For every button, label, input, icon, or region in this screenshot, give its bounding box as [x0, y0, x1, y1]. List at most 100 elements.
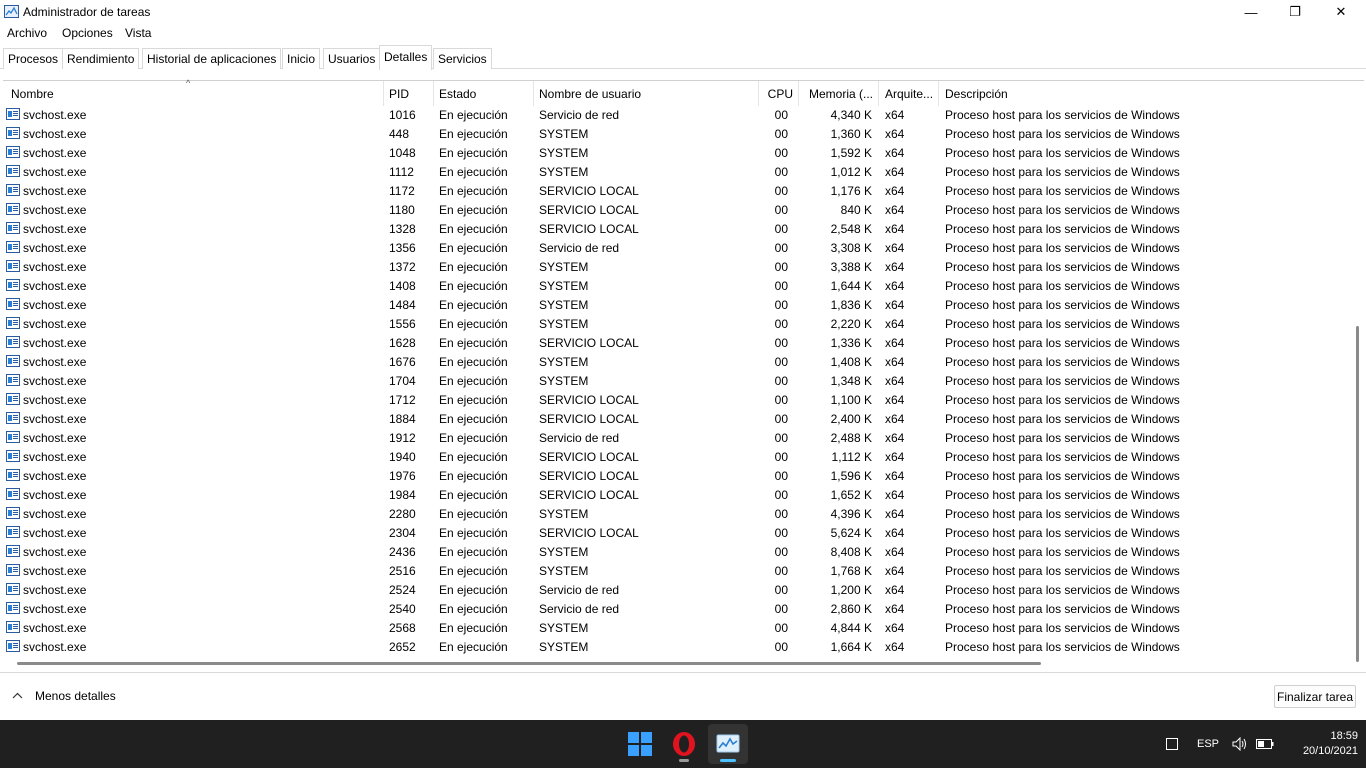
table-row[interactable]: svchost.exe 2516 En ejecución SYSTEM 00 1,768… [3, 561, 1353, 580]
menu-vista[interactable]: Vista [125, 26, 151, 40]
cell-estado: En ejecución [439, 260, 508, 274]
tab-procesos[interactable]: Procesos [3, 48, 64, 69]
cell-pid: 1328 [389, 222, 416, 236]
tab-servicios[interactable]: Servicios [433, 48, 492, 69]
tab-detalles[interactable]: Detalles [379, 45, 433, 70]
table-row[interactable]: svchost.exe 2568 En ejecución SYSTEM 00 4,844… [3, 618, 1353, 637]
table-row[interactable]: svchost.exe 1180 En ejecución SERVICIO LOCA… [3, 200, 1353, 219]
fewer-details-button[interactable]: Menos detalles [12, 689, 116, 703]
table-row[interactable]: svchost.exe 1628 En ejecución SERVICIO LOCA… [3, 333, 1353, 352]
maximize-button[interactable]: ❐ [1272, 0, 1318, 24]
language-indicator[interactable]: ESP [1197, 720, 1219, 768]
cell-nombre: svchost.exe [23, 450, 87, 464]
table-row[interactable]: svchost.exe 1328 En ejecución SERVICIO LOCA… [3, 219, 1353, 238]
cell-descripcion: Proceso host para los servicios de Windo… [945, 564, 1180, 578]
cell-arquitectura: x64 [885, 602, 905, 616]
cell-nombre: svchost.exe [23, 222, 87, 236]
cell-nombre: svchost.exe [23, 602, 87, 616]
windows-start-button[interactable] [620, 724, 660, 764]
column-header-nombre-usuario[interactable]: Nombre de usuario [534, 81, 759, 106]
column-header-descripcion[interactable]: Descripción [939, 81, 1353, 106]
volume-icon[interactable] [1232, 720, 1248, 768]
table-row[interactable]: svchost.exe 1112 En ejecución SYSTEM 00 1,012… [3, 162, 1353, 181]
cell-pid: 1180 [389, 203, 415, 217]
table-row[interactable]: svchost.exe 2304 En ejecución SERVICIO LOCA… [3, 523, 1353, 542]
cell-nombre: svchost.exe [23, 412, 87, 426]
table-row[interactable]: svchost.exe 1884 En ejecución SERVICIO LOCA… [3, 409, 1353, 428]
cell-usuario: SYSTEM [539, 564, 589, 578]
cell-arquitectura: x64 [885, 393, 905, 407]
cell-usuario: Servicio de red [539, 431, 620, 445]
table-row[interactable]: svchost.exe 1712 En ejecución SERVICIO LOCA… [3, 390, 1353, 409]
opera-browser-button[interactable] [664, 724, 704, 764]
cell-pid: 2304 [389, 526, 416, 540]
cell-cpu: 00 [774, 374, 788, 388]
table-row[interactable]: svchost.exe 1976 En ejecución SERVICIO LOCA… [3, 466, 1353, 485]
table-row[interactable]: svchost.exe 1676 En ejecución SYSTEM 00 1,408… [3, 352, 1353, 371]
table-row[interactable]: svchost.exe 1048 En ejecución SYSTEM 00 1,592… [3, 143, 1353, 162]
cell-usuario: SYSTEM [539, 317, 589, 331]
cell-pid: 2516 [389, 564, 416, 578]
column-header-estado[interactable]: Estado [434, 81, 534, 106]
cell-estado: En ejecución [439, 640, 508, 654]
cell-estado: En ejecución [439, 507, 508, 521]
process-icon [6, 374, 20, 386]
tab-usuarios[interactable]: Usuarios [323, 48, 381, 69]
column-header-pid[interactable]: PID [384, 81, 434, 106]
table-row[interactable]: svchost.exe 1484 En ejecución SYSTEM 00 1,836… [3, 295, 1353, 314]
tab-rendimiento[interactable]: Rendimiento [62, 48, 140, 69]
table-row[interactable]: svchost.exe 1912 En ejecución Servicio de r… [3, 428, 1353, 447]
cell-estado: En ejecución [439, 336, 508, 350]
horizontal-scrollbar[interactable] [17, 662, 1041, 665]
column-header-memoria[interactable]: Memoria (... [799, 81, 879, 106]
tab-inicio[interactable]: Inicio [282, 48, 321, 69]
column-header-cpu[interactable]: CPU [759, 81, 799, 106]
table-row[interactable]: svchost.exe 1984 En ejecución SERVICIO LOCA… [3, 485, 1353, 504]
notification-icon[interactable] [1166, 720, 1178, 768]
cell-cpu: 00 [774, 355, 788, 369]
table-row[interactable]: svchost.exe 448 En ejecución SYSTEM 00 1,360 … [3, 124, 1353, 143]
cell-pid: 1976 [389, 469, 416, 483]
table-row[interactable]: svchost.exe 1172 En ejecución SERVICIO LOCA… [3, 181, 1353, 200]
cell-arquitectura: x64 [885, 317, 905, 331]
table-row[interactable]: svchost.exe 2280 En ejecución SYSTEM 00 4,396… [3, 504, 1353, 523]
cell-pid: 1912 [389, 431, 416, 445]
column-header-nombre[interactable]: Nombre [3, 81, 384, 106]
task-manager-taskbar-button[interactable] [708, 724, 748, 764]
menu-opciones[interactable]: Opciones [62, 26, 113, 40]
table-row[interactable]: svchost.exe 2652 En ejecución SYSTEM 00 1,664… [3, 637, 1353, 656]
table-row[interactable]: svchost.exe 2524 En ejecución Servicio de r… [3, 580, 1353, 599]
end-task-button[interactable]: Finalizar tarea [1274, 685, 1356, 708]
close-button[interactable]: ✕ [1318, 0, 1364, 24]
cell-cpu: 00 [774, 336, 788, 350]
vertical-scrollbar[interactable] [1356, 326, 1359, 662]
battery-icon[interactable] [1256, 720, 1274, 768]
cell-memoria: 2,860 K [830, 602, 872, 616]
cell-arquitectura: x64 [885, 260, 905, 274]
cell-arquitectura: x64 [885, 526, 905, 540]
table-row[interactable]: svchost.exe 1556 En ejecución SYSTEM 00 2,220… [3, 314, 1353, 333]
menu-archivo[interactable]: Archivo [7, 26, 47, 40]
cell-arquitectura: x64 [885, 203, 905, 217]
cell-memoria: 1,348 K [830, 374, 872, 388]
table-row[interactable]: svchost.exe 1356 En ejecución Servicio de r… [3, 238, 1353, 257]
cell-nombre: svchost.exe [23, 507, 87, 521]
minimize-button[interactable]: — [1228, 0, 1274, 24]
table-row[interactable]: svchost.exe 1940 En ejecución SERVICIO LOCA… [3, 447, 1353, 466]
cell-pid: 1704 [389, 374, 416, 388]
cell-memoria: 4,340 K [830, 108, 872, 122]
table-row[interactable]: svchost.exe 2436 En ejecución SYSTEM 00 8,408… [3, 542, 1353, 561]
table-row[interactable]: svchost.exe 2540 En ejecución Servicio de r… [3, 599, 1353, 618]
cell-usuario: SYSTEM [539, 279, 589, 293]
tab-historial-aplicaciones[interactable]: Historial de aplicaciones [142, 48, 282, 69]
cell-usuario: SERVICIO LOCAL [539, 488, 639, 502]
column-header-arquitectura[interactable]: Arquite... [879, 81, 939, 106]
table-row[interactable]: svchost.exe 1704 En ejecución SYSTEM 00 1,348… [3, 371, 1353, 390]
table-row[interactable]: svchost.exe 1016 En ejecución Servicio de r… [3, 105, 1353, 124]
table-row[interactable]: svchost.exe 1408 En ejecución SYSTEM 00 1,644… [3, 276, 1353, 295]
cell-cpu: 00 [774, 184, 788, 198]
running-indicator [679, 759, 689, 762]
table-row[interactable]: svchost.exe 1372 En ejecución SYSTEM 00 3,388… [3, 257, 1353, 276]
cell-estado: En ejecución [439, 203, 508, 217]
clock[interactable]: 18:59 20/10/2021 [1280, 729, 1358, 759]
